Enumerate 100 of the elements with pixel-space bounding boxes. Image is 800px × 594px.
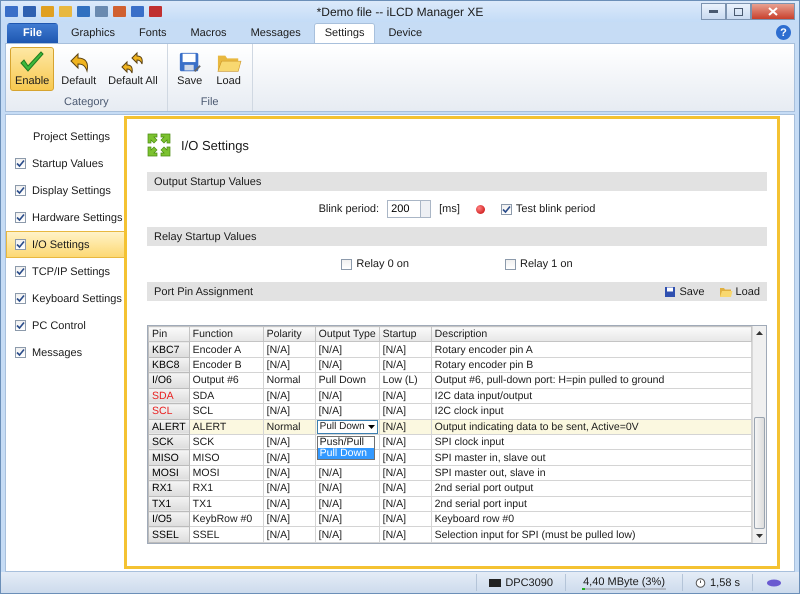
row-header[interactable]: MOSI xyxy=(148,465,190,481)
table-cell: [N/A] xyxy=(315,357,380,373)
sidebar-item[interactable]: PC Control xyxy=(6,312,124,339)
sidebar-item[interactable]: Hardware Settings xyxy=(6,204,124,231)
column-header[interactable]: Startup xyxy=(379,326,432,342)
checkbox[interactable] xyxy=(15,266,26,277)
row-header[interactable]: KBC8 xyxy=(148,357,190,373)
table-cell: [N/A] xyxy=(263,450,316,466)
table-cell: MISO xyxy=(189,450,264,466)
sidebar-label: Display Settings xyxy=(32,184,111,196)
ribbon-button[interactable]: Default xyxy=(56,47,102,91)
table-cell: 2nd serial port input xyxy=(431,496,752,512)
window-title: *Demo file -- iLCD Manager XE xyxy=(316,5,484,19)
sidebar-item[interactable]: I/O Settings xyxy=(6,231,127,258)
row-header[interactable]: I/O5 xyxy=(148,512,190,527)
ribbon-button[interactable]: Enable xyxy=(10,47,54,91)
checkbox[interactable] xyxy=(500,204,512,214)
row-header[interactable]: ALERT xyxy=(148,419,190,434)
close-button[interactable] xyxy=(751,3,795,20)
help-button[interactable]: ? xyxy=(776,25,791,40)
number-field[interactable]: 200 xyxy=(387,200,422,218)
table-cell: [N/A] xyxy=(379,496,432,512)
row-header[interactable]: RX1 xyxy=(148,480,190,496)
sidebar-item[interactable]: Messages xyxy=(6,339,124,366)
toolbar-button[interactable]: Load xyxy=(718,286,760,298)
sidebar-label: Messages xyxy=(32,346,82,358)
table-cell: SCL xyxy=(189,404,264,420)
ribbon-tab[interactable]: Macros xyxy=(180,23,238,43)
row-header[interactable]: SCK xyxy=(148,434,190,450)
sidebar-item[interactable]: Keyboard Settings xyxy=(6,285,124,312)
ribbon-tab[interactable]: Device xyxy=(377,23,434,43)
row-header[interactable]: KBC7 xyxy=(148,342,190,358)
column-header[interactable]: Output Type xyxy=(315,326,380,342)
ribbon-tab[interactable]: Messages xyxy=(240,23,312,43)
row-header[interactable]: I/O6 xyxy=(148,372,190,388)
toolbar-button[interactable]: Save xyxy=(664,286,705,298)
ribbon-button[interactable]: Default All xyxy=(103,47,163,91)
table-cell: MOSI xyxy=(189,465,264,481)
column-header[interactable]: Polarity xyxy=(263,326,316,342)
checkbox[interactable] xyxy=(15,158,26,169)
table-cell: I2C clock input xyxy=(431,404,752,420)
table-cell: SSEL xyxy=(189,526,264,542)
sidebar-label: Hardware Settings xyxy=(32,212,122,224)
row-header[interactable]: SDA xyxy=(148,388,190,404)
table-cell: [N/A] xyxy=(379,419,432,434)
table-cell: [N/A] xyxy=(263,526,316,542)
stopwatch-icon xyxy=(695,577,706,588)
checkbox-label: Relay 0 on xyxy=(356,258,409,270)
table-cell: [N/A] xyxy=(263,480,316,496)
table-cell: TX1 xyxy=(189,496,264,512)
checkbox-label: Test blink period xyxy=(516,203,596,215)
row-header[interactable]: TX1 xyxy=(148,496,190,512)
checkbox[interactable] xyxy=(15,212,26,223)
section-title: Output Startup Values xyxy=(154,176,262,188)
row-header[interactable]: SSEL xyxy=(148,526,190,542)
minimize-button[interactable] xyxy=(701,3,726,20)
scrollbar[interactable] xyxy=(752,326,766,543)
ribbon-button[interactable]: Save xyxy=(172,47,208,91)
group-label: File xyxy=(200,95,220,110)
sidebar-item[interactable]: Startup Values xyxy=(6,150,124,177)
table-cell: Encoder A xyxy=(189,342,264,358)
ribbon-tab[interactable]: Fonts xyxy=(128,23,178,43)
table-cell: [N/A] xyxy=(263,404,316,420)
table-cell: [N/A] xyxy=(315,480,380,496)
ribbon-button[interactable]: Load xyxy=(210,47,248,91)
scroll-down-icon[interactable] xyxy=(756,534,763,538)
checkbox[interactable] xyxy=(15,239,26,250)
row-header[interactable]: MISO xyxy=(148,450,190,466)
memory-label: 4,40 MByte (3%) xyxy=(583,576,665,588)
table-cell: [N/A] xyxy=(379,450,432,466)
group-label: Category xyxy=(63,95,110,110)
ribbon-tab[interactable]: Settings xyxy=(314,23,376,43)
column-header[interactable]: Function xyxy=(189,326,264,342)
sidebar-item[interactable]: TCP/IP Settings xyxy=(6,258,124,285)
checkbox[interactable] xyxy=(15,320,26,331)
table-cell: [N/A] xyxy=(379,465,432,481)
checkbox[interactable] xyxy=(505,258,516,270)
column-header[interactable]: Pin xyxy=(148,326,190,342)
unit-label: [ms] xyxy=(439,203,460,215)
table-cell: [N/A] xyxy=(263,357,316,373)
checkbox[interactable] xyxy=(15,185,26,196)
table-cell: [N/A] xyxy=(263,496,316,512)
table-cell: Low (L) xyxy=(379,372,432,388)
maximize-button[interactable] xyxy=(726,3,751,20)
ribbon-tab[interactable]: Graphics xyxy=(60,23,126,43)
sidebar-item[interactable]: Display Settings xyxy=(6,177,124,204)
file-menu-button[interactable]: File xyxy=(7,23,58,43)
checkbox[interactable] xyxy=(15,293,26,304)
scroll-up-icon[interactable] xyxy=(756,331,763,335)
folder-icon xyxy=(718,286,733,298)
table-cell: [N/A] xyxy=(263,434,316,450)
table-cell: 2nd serial port output xyxy=(431,480,752,496)
checkbox[interactable] xyxy=(15,347,26,358)
row-header[interactable]: SCL xyxy=(148,404,190,420)
table-cell: ALERT xyxy=(189,419,264,434)
dropdown[interactable]: Pull Down xyxy=(316,420,378,434)
section-title: Port Pin Assignment xyxy=(154,286,254,298)
checkbox[interactable] xyxy=(341,258,352,270)
column-header[interactable]: Description xyxy=(431,326,752,342)
table-cell: Output #6, pull-down port: H=pin pulled to ground xyxy=(431,372,752,388)
